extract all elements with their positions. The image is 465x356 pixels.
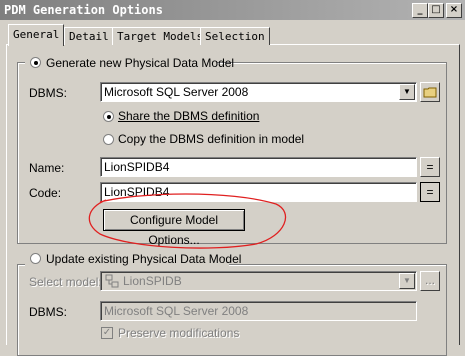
dbms-properties-button[interactable] [420,82,440,102]
update-legend: Update existing Physical Data Model [25,251,241,267]
share-dbms-label[interactable]: Share the DBMS definition [118,109,259,123]
preserve-modifications-checkbox[interactable]: ✓ [101,327,113,339]
checkmark-icon: ✓ [102,327,112,338]
share-dbms-text: Share the DBMS definition [118,109,260,123]
window-title: PDM Generation Options [4,3,163,17]
generate-radio-label[interactable]: Generate new Physical Data Model [46,56,234,70]
minimize-icon: _ [417,4,423,15]
dbms-select[interactable]: Microsoft SQL Server 2008 ▼ [100,82,417,102]
folder-icon [423,87,437,98]
close-icon: × [449,4,459,15]
minimize-button[interactable]: _ [412,3,428,18]
close-button[interactable]: × [446,3,462,18]
update-dbms-label: DBMS: [29,305,68,319]
generate-legend: Generate new Physical Data Model [25,55,234,71]
browse-model-button[interactable]: ... [420,271,440,291]
maximize-icon: □ [431,4,441,15]
title-bar[interactable]: PDM Generation Options _ □ × [0,0,465,20]
generate-radio[interactable] [30,57,41,68]
share-dbms-radio[interactable] [103,111,114,122]
select-model-value: LionSPIDB [123,274,182,288]
equals-icon: = [426,160,434,174]
tab-target-models[interactable]: Target Models [112,27,209,45]
update-radio[interactable] [30,253,41,264]
chevron-down-icon[interactable]: ▼ [399,84,415,100]
name-label: Name: [29,161,65,175]
equals-icon: = [426,185,434,199]
update-dbms-field[interactable]: Microsoft SQL Server 2008 [100,301,417,321]
name-field[interactable]: LionSPIDB4 [100,157,417,177]
dbms-select-value: Microsoft SQL Server 2008 [104,85,249,99]
preserve-modifications-label[interactable]: Preserve modifications [118,326,239,340]
tab-selection[interactable]: Selection [200,27,270,45]
code-equals-button[interactable]: = [420,182,440,202]
copy-dbms-radio[interactable] [103,134,114,145]
chevron-down-icon[interactable]: ▼ [399,273,415,289]
pdm-model-icon [105,274,119,288]
select-model-dropdown[interactable]: LionSPIDB ▼ [100,271,417,291]
ellipsis-icon: ... [424,273,435,287]
maximize-button[interactable]: □ [428,3,444,18]
select-model-label: Select model: [29,275,102,289]
copy-dbms-label[interactable]: Copy the DBMS definition in model [118,132,304,146]
dbms-label: DBMS: [29,86,68,100]
update-radio-label[interactable]: Update existing Physical Data Model [46,252,241,266]
code-label: Code: [29,186,62,200]
annotation-ellipse [88,193,287,249]
tab-general[interactable]: General [8,24,65,46]
name-equals-button[interactable]: = [420,157,440,177]
tab-detail[interactable]: Detail [64,27,114,45]
